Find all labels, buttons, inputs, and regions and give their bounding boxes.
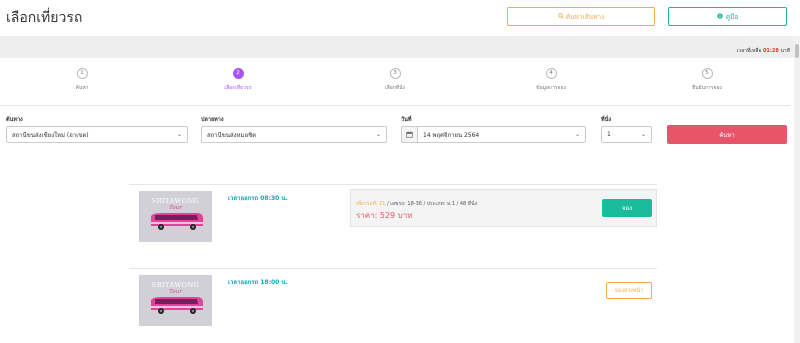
step-label: ข้อมูลการจอง xyxy=(536,85,566,91)
step-label: ค้นหา xyxy=(75,85,89,91)
search-route-label: ค้นหาเส้นทาง xyxy=(565,12,605,21)
booking-steps: 1 ค้นหา 2 เลือกเที่ยวรถ 3 เลือกที่นั่ง 4… xyxy=(0,68,800,98)
trip-detail-text: / เลขรถ: 18-36 / ประเภท: ม.1 / 48 ที่นั่… xyxy=(385,201,477,207)
bus-icon xyxy=(150,213,203,230)
search-route-button[interactable]: ค้นหาเส้นทาง xyxy=(507,7,655,26)
manual-label: คู่มือ xyxy=(725,12,739,21)
destination-value: สถานีขนส่งหมอชิต xyxy=(207,131,257,139)
trip-separator xyxy=(129,184,657,185)
step-select-seat: 3 เลือกที่นั่ง xyxy=(350,68,440,92)
logo-sub: Tour xyxy=(169,289,182,295)
step-booking-info: 4 ข้อมูลการจอง xyxy=(506,68,596,92)
trip-separator xyxy=(129,268,657,269)
seats-value: 1 xyxy=(607,131,611,138)
step-select-trip: 2 เลือกเที่ยวรถ xyxy=(193,68,283,92)
countdown-timer: เวลาที่เหลือ 01:28 นาที xyxy=(737,47,790,55)
trip-price: ราคา: 529 บาท xyxy=(356,211,413,220)
chevron-down-icon: ⌄ xyxy=(640,131,646,138)
timer-label: เวลาที่เหลือ xyxy=(736,48,762,54)
date-select[interactable]: 14 พฤศจิกายน 2564 ⌄ xyxy=(417,126,586,143)
header: เลือกเที่ยวรถ ค้นหาเส้นทาง คู่มือ xyxy=(0,0,800,36)
logo-text: SRITAWONG xyxy=(151,197,200,205)
origin-label: ต้นทาง xyxy=(6,117,23,123)
step-confirm: 5 ยืนยันการจอง xyxy=(662,68,752,92)
date-value: 14 พฤศจิกายน 2564 xyxy=(423,131,480,139)
step-number: 5 xyxy=(701,68,713,79)
calendar-icon[interactable] xyxy=(401,126,417,143)
step-number: 2 xyxy=(232,68,244,79)
destination-select[interactable]: สถานีขนส่งหมอชิต ⌄ xyxy=(201,126,387,143)
manual-button[interactable]: คู่มือ xyxy=(668,7,787,26)
step-number: 4 xyxy=(545,68,557,79)
bus-company-logo: SRITAWONG Tour xyxy=(139,191,212,242)
step-search: 1 ค้นหา xyxy=(37,68,127,92)
step-number: 1 xyxy=(76,68,88,79)
chevron-down-icon: ⌄ xyxy=(176,131,182,138)
destination-label: ปลายทาง xyxy=(201,117,224,123)
origin-value: สถานีขนส่งเชียงใหม่ (อาเขต) xyxy=(12,131,89,139)
logo-text: SRITAWONG xyxy=(151,281,200,289)
chevron-down-icon: ⌄ xyxy=(574,131,580,138)
book-button[interactable]: จอง xyxy=(602,199,652,217)
search-button[interactable]: ค้นหา xyxy=(667,125,787,144)
timer-unit: นาที xyxy=(780,48,790,54)
scrollbar-thumb[interactable] xyxy=(795,44,799,58)
chevron-down-icon: ⌄ xyxy=(375,131,381,138)
bus-icon xyxy=(150,297,203,314)
divider xyxy=(0,105,790,106)
page-title: เลือกเที่ยวรถ xyxy=(6,10,83,26)
departure-time: เวลาออกรถ 18:00 น. xyxy=(228,279,288,286)
origin-select[interactable]: สถานีขนส่งเชียงใหม่ (อาเขต) ⌄ xyxy=(6,126,188,143)
step-number: 3 xyxy=(389,68,401,79)
step-label: ยืนยันการจอง xyxy=(692,85,722,91)
seats-select[interactable]: 1 ⌄ xyxy=(601,126,652,143)
departure-time: เวลาออกรถ 08:30 น. xyxy=(228,195,288,202)
seats-label: ที่นั่ง xyxy=(601,117,612,123)
search-icon xyxy=(557,12,564,21)
trip-number: เที่ยวรถที่: 21 xyxy=(356,201,386,207)
timer-bar xyxy=(0,36,800,58)
trip-info-box: เที่ยวรถที่: 21 / เลขรถ: 18-36 / ประเภท:… xyxy=(350,189,657,227)
step-label: เลือกเที่ยวรถ xyxy=(224,85,252,91)
logo-sub: Tour xyxy=(169,205,182,211)
trip-details: เที่ยวรถที่: 21 / เลขรถ: 18-36 / ประเภท:… xyxy=(356,200,477,208)
advance-booking-button[interactable]: จองล่วงหน้า xyxy=(606,282,652,299)
date-label: วันที่ xyxy=(401,117,412,123)
timer-value: 01:28 xyxy=(762,48,779,54)
step-label: เลือกที่นั่ง xyxy=(385,85,405,91)
bus-company-logo: SRITAWONG Tour xyxy=(139,275,212,326)
info-circle-icon xyxy=(717,12,723,21)
